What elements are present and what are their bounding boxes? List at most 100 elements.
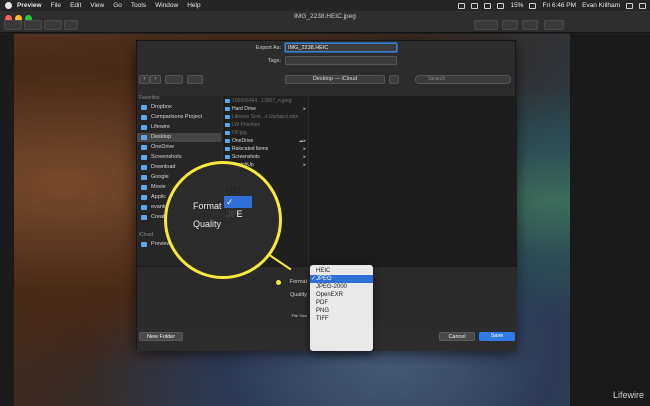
sidebar-toggle-button[interactable] bbox=[4, 20, 22, 30]
image-file-icon bbox=[225, 99, 230, 103]
folder-icon bbox=[141, 135, 147, 140]
left-border bbox=[0, 34, 14, 406]
zoom-in-button[interactable] bbox=[44, 20, 62, 30]
menu-help[interactable]: Help bbox=[187, 2, 200, 9]
view-mode-button[interactable] bbox=[165, 75, 183, 84]
new-folder-icon[interactable] bbox=[187, 75, 203, 84]
right-border bbox=[570, 34, 650, 406]
sidebar-item-screenshots[interactable]: Screenshots bbox=[137, 153, 221, 162]
menu-view[interactable]: View bbox=[90, 2, 104, 9]
tags-label: Tags: bbox=[267, 58, 281, 64]
volume-icon[interactable] bbox=[497, 2, 505, 9]
folder-icon bbox=[225, 139, 230, 143]
cancel-button[interactable]: Cancel bbox=[439, 332, 475, 341]
magnified-option-jpeg: ✓ JPE bbox=[224, 196, 252, 219]
applications-icon bbox=[141, 195, 147, 200]
search-field[interactable]: Search bbox=[415, 75, 511, 84]
image-file-icon bbox=[225, 131, 230, 135]
rotate-button[interactable] bbox=[502, 20, 518, 30]
wifi-icon[interactable] bbox=[484, 2, 492, 9]
preview-icon bbox=[141, 242, 147, 247]
chevron-right-icon: ▸ bbox=[303, 146, 306, 152]
markup-button[interactable] bbox=[474, 20, 498, 30]
user-name[interactable]: Evan Killham bbox=[582, 2, 620, 9]
folder-icon bbox=[225, 147, 230, 151]
forward-button[interactable]: › bbox=[150, 75, 161, 84]
checkmark-icon: ✓ bbox=[226, 197, 234, 207]
icloud-header: iCloud bbox=[139, 232, 154, 238]
apple-icon[interactable] bbox=[5, 2, 12, 9]
window-title: IMG_2238.HEIC.jpeg bbox=[294, 13, 356, 20]
format-option-openexr[interactable]: OpenEXR bbox=[310, 291, 373, 299]
checkmark-icon: ✓ bbox=[311, 276, 317, 282]
file-row[interactable]: Lifewire Scre...s Updated.xlsx bbox=[223, 114, 308, 121]
folder-icon bbox=[225, 107, 230, 111]
battery-icon[interactable] bbox=[529, 2, 537, 9]
cloud-icon: ☁▸ bbox=[298, 138, 306, 144]
sidebar-item-comparisons[interactable]: Comparisons Project bbox=[137, 113, 221, 122]
file-row[interactable]: 105656464...13957_n.jpeg bbox=[223, 98, 308, 105]
file-row[interactable]: LW Priorities bbox=[223, 122, 308, 129]
battery-percent[interactable]: 15% bbox=[510, 2, 523, 9]
sidebar-item-dropbox[interactable]: Dropbox bbox=[137, 103, 221, 112]
magnified-option-heic: HEI bbox=[226, 185, 242, 195]
clock[interactable]: Fri 6:46 PM bbox=[542, 2, 576, 9]
watermark: Lifewire bbox=[612, 390, 644, 400]
share-button[interactable] bbox=[64, 20, 78, 30]
chevron-right-icon: ▸ bbox=[303, 162, 306, 168]
file-row[interactable]: Relocated Items ▸ bbox=[223, 146, 308, 153]
back-button[interactable]: ‹ bbox=[139, 75, 150, 84]
menu-app-preview[interactable]: Preview bbox=[17, 2, 42, 9]
dropbox-icon[interactable] bbox=[458, 2, 466, 9]
home-icon bbox=[141, 205, 147, 210]
format-option-png[interactable]: PNG bbox=[310, 307, 373, 315]
folder-icon bbox=[141, 145, 147, 150]
magnified-option-jpeg2000: JP bbox=[226, 209, 237, 219]
bluetooth-icon[interactable] bbox=[471, 2, 479, 9]
spreadsheet-file-icon bbox=[225, 115, 230, 119]
format-option-tiff[interactable]: TIFF bbox=[310, 315, 373, 323]
folder-icon bbox=[141, 115, 147, 120]
expand-button[interactable] bbox=[389, 75, 399, 84]
format-option-pdf[interactable]: PDF bbox=[310, 299, 373, 307]
tags-field[interactable] bbox=[285, 56, 397, 65]
format-option-heic[interactable]: HEIC bbox=[310, 267, 373, 275]
menu-bar: Preview File Edit View Go Tools Window H… bbox=[0, 0, 650, 11]
sidebar-item-desktop[interactable]: Desktop bbox=[137, 133, 221, 142]
save-button[interactable]: Save bbox=[479, 332, 515, 341]
folder-icon bbox=[141, 155, 147, 160]
format-option-jpeg-2000[interactable]: JPEG-2000 bbox=[310, 283, 373, 291]
menu-window[interactable]: Window bbox=[155, 2, 178, 9]
spotlight-icon[interactable] bbox=[626, 2, 633, 9]
favorites-header: Favorites bbox=[139, 95, 160, 101]
annotate-button[interactable] bbox=[522, 20, 538, 30]
magnifier-callout: Format Quality HEI ✓ JPE JP bbox=[164, 161, 282, 279]
location-popup[interactable]: Desktop — iCloud bbox=[285, 75, 385, 84]
download-icon bbox=[141, 165, 147, 170]
folder-icon bbox=[141, 215, 147, 220]
menu-tools[interactable]: Tools bbox=[131, 2, 146, 9]
format-label: Format bbox=[289, 279, 307, 285]
folder-icon bbox=[225, 155, 230, 159]
document-file-icon bbox=[225, 123, 230, 127]
sidebar-item-lifewire[interactable]: Lifewire bbox=[137, 123, 221, 132]
file-row[interactable]: Screenshots ▸ bbox=[223, 154, 308, 161]
menu-file[interactable]: File bbox=[51, 2, 61, 9]
zoom-out-button[interactable] bbox=[24, 20, 42, 30]
export-as-field[interactable]: IMG_2238.HEIC bbox=[285, 43, 397, 52]
sidebar-item-onedrive[interactable]: OneDrive bbox=[137, 143, 221, 152]
magnified-quality-label: Quality bbox=[193, 219, 222, 229]
file-row[interactable]: OneDrive ☁▸ bbox=[223, 138, 308, 145]
new-folder-button[interactable]: New Folder bbox=[139, 332, 183, 341]
search-button[interactable] bbox=[544, 20, 564, 30]
folder-icon bbox=[141, 105, 147, 110]
menu-go[interactable]: Go bbox=[113, 2, 122, 9]
menu-edit[interactable]: Edit bbox=[70, 2, 81, 9]
format-dropdown: HEIC ✓ JPEG JPEG-2000 OpenEXR PDF PNG TIF… bbox=[310, 265, 373, 351]
format-option-jpeg[interactable]: ✓ JPEG bbox=[310, 275, 373, 283]
magnified-format-label: Format bbox=[193, 201, 222, 211]
file-row[interactable]: Hard Drive ▸ bbox=[223, 106, 308, 113]
chevron-right-icon: ▸ bbox=[303, 154, 306, 160]
file-row[interactable]: OP.jpg bbox=[223, 130, 308, 137]
list-icon[interactable] bbox=[639, 2, 646, 9]
